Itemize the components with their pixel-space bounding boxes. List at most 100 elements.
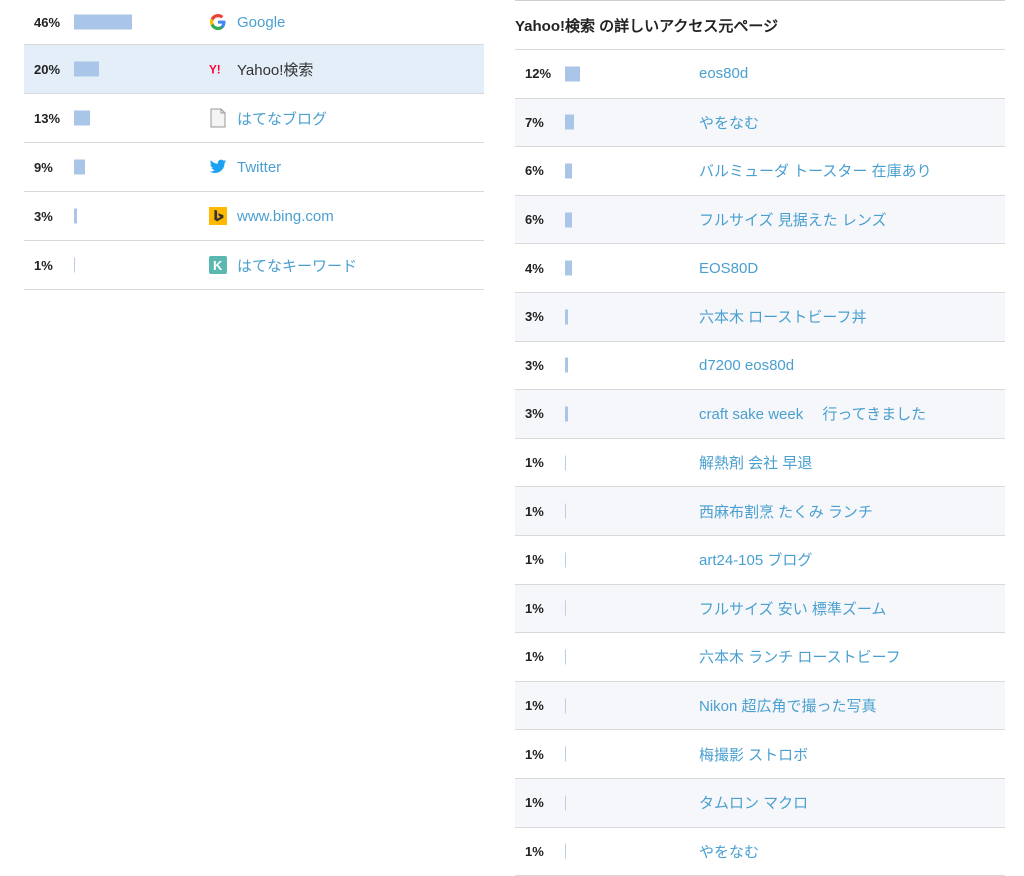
percent-label: 1% [515, 844, 565, 859]
percent-label: 13% [24, 111, 74, 126]
bar-track [565, 342, 665, 390]
percent-label: 46% [24, 15, 74, 30]
keyword-link[interactable]: d7200 eos80d [699, 357, 794, 374]
referrer-source[interactable]: Y! Yahoo!検索 [209, 59, 313, 80]
detail-row[interactable]: 1% 西麻布割烹 たくみ ランチ [515, 487, 1005, 536]
keyword-link[interactable]: art24-105 ブログ [699, 549, 812, 570]
percent-label: 3% [24, 209, 74, 224]
bar-track [74, 143, 174, 191]
detail-row[interactable]: 1% フルサイズ 安い 標準ズーム [515, 585, 1005, 634]
svg-text:K: K [213, 258, 223, 273]
bar-track [74, 45, 174, 93]
detail-row[interactable]: 1% 梅撮影 ストロボ [515, 730, 1005, 779]
keyword-link[interactable]: バルミューダ トースター 在庫あり [699, 160, 932, 181]
percent-bar [565, 163, 572, 178]
keyword-link[interactable]: Nikon 超広角で撮った写真 [699, 695, 877, 716]
detail-row[interactable]: 1% タムロン マクロ [515, 779, 1005, 828]
percent-bar [565, 747, 566, 762]
referrer-label[interactable]: Twitter [237, 159, 281, 176]
referrer-row-google[interactable]: 46% Google [24, 0, 484, 45]
referrer-row-yahoo[interactable]: 20% Y! Yahoo!検索 [24, 45, 484, 94]
detail-list: 12%eos80d 7% やをなむ 6% バルミューダ トースター 在庫あり 6%フルサイ… [515, 50, 1005, 876]
referrer-label[interactable]: はてなブログ [237, 108, 327, 129]
detail-row[interactable]: 12%eos80d [515, 50, 1005, 99]
percent-bar [74, 258, 75, 273]
keyword-link[interactable]: 六本木 ローストビーフ丼 [699, 306, 867, 327]
referrer-label[interactable]: Google [237, 14, 285, 31]
detail-row[interactable]: 6% バルミューダ トースター 在庫あり [515, 147, 1005, 196]
percent-label: 1% [515, 649, 565, 664]
bing-icon [209, 207, 227, 225]
keyword-link[interactable]: やをなむ [699, 112, 759, 133]
referrer-source[interactable]: Google [209, 13, 285, 31]
percent-label: 1% [515, 504, 565, 519]
percent-bar [565, 115, 574, 130]
referrer-source[interactable]: はてなブログ [209, 108, 327, 129]
referrer-list: 46% Google 20% Y! Yahoo!検索 13% [24, 0, 484, 290]
keyword-link[interactable]: EOS80D [699, 260, 758, 277]
keyword-link[interactable]: フルサイズ 見据えた レンズ [699, 209, 887, 230]
detail-row[interactable]: 3% 六本木 ローストビーフ丼 [515, 293, 1005, 342]
percent-bar [565, 261, 572, 276]
hatena-keyword-icon: K [209, 256, 227, 274]
keyword-link[interactable]: 六本木 ランチ ローストビーフ [699, 646, 901, 667]
percent-bar [565, 844, 566, 859]
referrer-row-bing[interactable]: 3% www.bing.com [24, 192, 484, 241]
detail-row[interactable]: 3% d7200 eos80d [515, 342, 1005, 391]
keyword-link[interactable]: やをなむ [699, 841, 759, 862]
detail-row[interactable]: 6%フルサイズ 見据えた レンズ [515, 196, 1005, 245]
keyword-link[interactable]: 梅撮影 ストロボ [699, 744, 808, 765]
percent-label: 1% [515, 552, 565, 567]
detail-row[interactable]: 1%Nikon 超広角で撮った写真 [515, 682, 1005, 731]
referrer-row-hatenablog[interactable]: 13% はてなブログ [24, 94, 484, 143]
percent-bar [565, 406, 568, 421]
bar-track [565, 487, 665, 535]
referrer-source[interactable]: K はてなキーワード [209, 255, 357, 276]
percent-label: 6% [515, 163, 565, 178]
detail-row[interactable]: 4% EOS80D [515, 244, 1005, 293]
referrer-row-twitter[interactable]: 9% Twitter [24, 143, 484, 192]
percent-label: 4% [515, 261, 565, 276]
referrer-label[interactable]: www.bing.com [237, 208, 334, 225]
percent-bar [565, 358, 568, 373]
referrer-source[interactable]: www.bing.com [209, 207, 334, 225]
referrer-label[interactable]: はてなキーワード [237, 255, 357, 276]
percent-label: 3% [515, 309, 565, 324]
percent-bar [74, 209, 77, 224]
document-icon [209, 109, 227, 127]
bar-track [565, 147, 665, 195]
keyword-link[interactable]: フルサイズ 安い 標準ズーム [699, 598, 886, 619]
detail-row[interactable]: 1% やをなむ [515, 828, 1005, 876]
bar-track [565, 244, 665, 292]
percent-label: 9% [24, 160, 74, 175]
percent-bar [74, 160, 85, 175]
keyword-link[interactable]: タムロン マクロ [699, 792, 808, 813]
detail-row[interactable]: 7% やをなむ [515, 99, 1005, 148]
bar-track [74, 94, 174, 142]
detail-row[interactable]: 1% art24-105 ブログ [515, 536, 1005, 585]
google-icon [209, 13, 227, 31]
referrer-label[interactable]: Yahoo!検索 [237, 59, 313, 80]
percent-bar [565, 795, 566, 810]
percent-bar [565, 455, 566, 470]
percent-label: 3% [515, 358, 565, 373]
percent-label: 1% [515, 601, 565, 616]
detail-row[interactable]: 1%解熱剤 会社 早退 [515, 439, 1005, 488]
keyword-link[interactable]: 西麻布割烹 たくみ ランチ [699, 501, 873, 522]
keyword-link[interactable]: craft sake week 行ってきました [699, 403, 926, 424]
detail-row[interactable]: 3%craft sake week 行ってきました [515, 390, 1005, 439]
percent-label: 1% [515, 795, 565, 810]
keyword-link[interactable]: 解熱剤 会社 早退 [699, 452, 812, 473]
percent-bar [565, 601, 566, 616]
percent-bar [565, 698, 566, 713]
bar-track [565, 439, 665, 487]
referrer-row-hatenakeyword[interactable]: 1% K はてなキーワード [24, 241, 484, 290]
percent-bar [74, 111, 90, 126]
percent-label: 1% [515, 747, 565, 762]
referrer-source[interactable]: Twitter [209, 158, 281, 176]
percent-label: 7% [515, 115, 565, 130]
keyword-link[interactable]: eos80d [699, 65, 748, 82]
svg-text:Y!: Y! [209, 64, 221, 77]
detail-title: Yahoo!検索 の詳しいアクセス元ページ [515, 0, 1005, 50]
detail-row[interactable]: 1% 六本木 ランチ ローストビーフ [515, 633, 1005, 682]
